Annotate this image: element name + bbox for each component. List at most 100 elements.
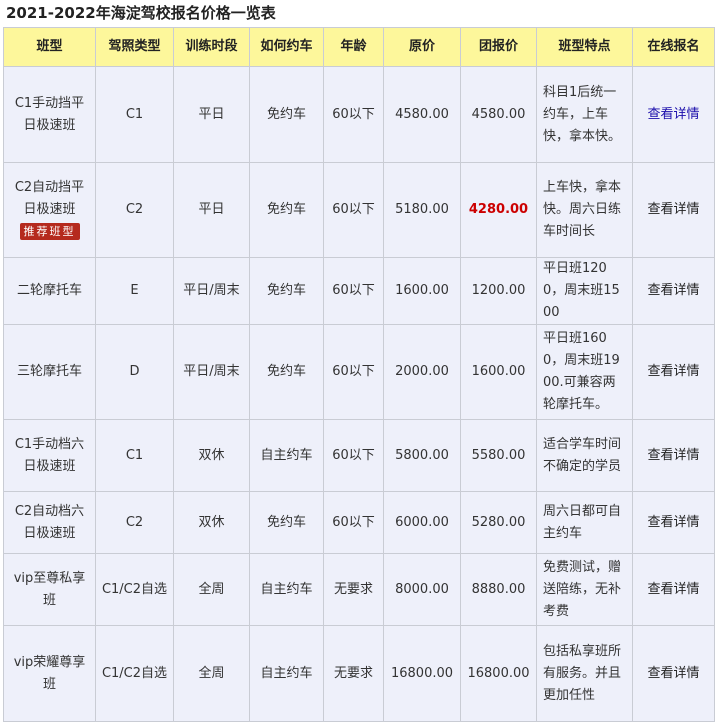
- header-online-signup: 在线报名: [632, 27, 715, 67]
- group-price-cell: 4280.00: [460, 162, 537, 258]
- booking-cell: 免约车: [249, 324, 324, 420]
- age-cell: 60以下: [323, 324, 384, 420]
- header-age: 年龄: [323, 27, 384, 67]
- detail-link-cell: 查看详情: [632, 257, 715, 325]
- license-cell: E: [95, 257, 174, 325]
- period-cell: 双休: [173, 491, 250, 554]
- detail-link-cell: 查看详情: [632, 162, 715, 258]
- period-cell: 平日: [173, 162, 250, 258]
- license-cell: D: [95, 324, 174, 420]
- class-name-cell: vip荣耀尊享班: [3, 625, 96, 722]
- table-row: C2自动挡平日极速班 推荐班型 C2 平日 免约车 60以下 5180.00 4…: [3, 162, 715, 258]
- view-details-link[interactable]: 查看详情: [647, 448, 699, 463]
- class-name-cell: C1手动档六日极速班: [3, 419, 96, 492]
- table-row: 二轮摩托车 E 平日/周末 免约车 60以下 1600.00 1200.00 平…: [3, 257, 715, 325]
- license-cell: C2: [95, 162, 174, 258]
- license-cell: C2: [95, 491, 174, 554]
- view-details-link[interactable]: 查看详情: [647, 515, 699, 530]
- feature-cell: 适合学车时间不确定的学员: [536, 419, 633, 492]
- original-price-cell: 4580.00: [383, 66, 461, 163]
- group-price-cell: 16800.00: [460, 625, 537, 722]
- header-training-period: 训练时段: [173, 27, 250, 67]
- class-name: C2自动挡平日极速班: [14, 180, 85, 217]
- feature-cell: 平日班1600，周末班1900.可兼容两轮摩托车。: [536, 324, 633, 420]
- booking-cell: 免约车: [249, 257, 324, 325]
- detail-link-cell: 查看详情: [632, 553, 715, 626]
- period-cell: 平日/周末: [173, 257, 250, 325]
- booking-cell: 自主约车: [249, 419, 324, 492]
- license-cell: C1/C2自选: [95, 625, 174, 722]
- license-cell: C1: [95, 419, 174, 492]
- table-row: C1手动挡平日极速班 C1 平日 免约车 60以下 4580.00 4580.0…: [3, 66, 715, 163]
- header-features: 班型特点: [536, 27, 633, 67]
- booking-cell: 免约车: [249, 491, 324, 554]
- class-name-cell: 三轮摩托车: [3, 324, 96, 420]
- period-cell: 平日: [173, 66, 250, 163]
- license-cell: C1: [95, 66, 174, 163]
- original-price-cell: 6000.00: [383, 491, 461, 554]
- booking-cell: 免约车: [249, 162, 324, 258]
- age-cell: 无要求: [323, 625, 384, 722]
- table-row: C1手动档六日极速班 C1 双休 自主约车 60以下 5800.00 5580.…: [3, 419, 715, 492]
- original-price-cell: 2000.00: [383, 324, 461, 420]
- age-cell: 60以下: [323, 257, 384, 325]
- view-details-link[interactable]: 查看详情: [647, 202, 699, 217]
- table-row: vip荣耀尊享班 C1/C2自选 全周 自主约车 无要求 16800.00 16…: [3, 625, 715, 722]
- original-price-cell: 5180.00: [383, 162, 461, 258]
- detail-link-cell: 查看详情: [632, 66, 715, 163]
- table-row: C2自动档六日极速班 C2 双休 免约车 60以下 6000.00 5280.0…: [3, 491, 715, 554]
- view-details-link[interactable]: 查看详情: [647, 666, 699, 681]
- age-cell: 60以下: [323, 66, 384, 163]
- feature-cell: 免费测试，赠送陪练，无补考费: [536, 553, 633, 626]
- group-price-cell: 5280.00: [460, 491, 537, 554]
- class-name-cell: vip至尊私享班: [3, 553, 96, 626]
- table-header-row: 班型 驾照类型 训练时段 如何约车 年龄 原价 团报价 班型特点 在线报名: [3, 27, 715, 67]
- age-cell: 无要求: [323, 553, 384, 626]
- price-table: 班型 驾照类型 训练时段 如何约车 年龄 原价 团报价 班型特点 在线报名 C1…: [3, 27, 715, 722]
- recommend-badge: 推荐班型: [19, 223, 80, 240]
- view-details-link[interactable]: 查看详情: [647, 283, 699, 298]
- view-details-link[interactable]: 查看详情: [647, 582, 699, 597]
- header-original-price: 原价: [383, 27, 461, 67]
- class-name-cell: C1手动挡平日极速班: [3, 66, 96, 163]
- group-price-cell: 4580.00: [460, 66, 537, 163]
- age-cell: 60以下: [323, 419, 384, 492]
- feature-cell: 平日班1200，周末班1500: [536, 257, 633, 325]
- group-price-cell: 8880.00: [460, 553, 537, 626]
- group-price-cell: 5580.00: [460, 419, 537, 492]
- header-license-type: 驾照类型: [95, 27, 174, 67]
- license-cell: C1/C2自选: [95, 553, 174, 626]
- group-price-cell: 1600.00: [460, 324, 537, 420]
- period-cell: 平日/周末: [173, 324, 250, 420]
- detail-link-cell: 查看详情: [632, 324, 715, 420]
- original-price-cell: 1600.00: [383, 257, 461, 325]
- booking-cell: 自主约车: [249, 553, 324, 626]
- period-cell: 全周: [173, 553, 250, 626]
- table-row: 三轮摩托车 D 平日/周末 免约车 60以下 2000.00 1600.00 平…: [3, 324, 715, 420]
- age-cell: 60以下: [323, 162, 384, 258]
- class-name-cell: C2自动挡平日极速班 推荐班型: [3, 162, 96, 258]
- original-price-cell: 16800.00: [383, 625, 461, 722]
- view-details-link[interactable]: 查看详情: [647, 107, 699, 122]
- period-cell: 双休: [173, 419, 250, 492]
- page-title: 2021-2022年海淀驾校报名价格一览表: [6, 4, 276, 22]
- feature-cell: 包括私享班所有服务。并且更加任性: [536, 625, 633, 722]
- hot-group-price: 4280.00: [468, 202, 529, 217]
- header-booking: 如何约车: [249, 27, 324, 67]
- detail-link-cell: 查看详情: [632, 491, 715, 554]
- detail-link-cell: 查看详情: [632, 419, 715, 492]
- class-name-cell: 二轮摩托车: [3, 257, 96, 325]
- period-cell: 全周: [173, 625, 250, 722]
- feature-cell: 周六日都可自主约车: [536, 491, 633, 554]
- view-details-link[interactable]: 查看详情: [647, 364, 699, 379]
- table-row: vip至尊私享班 C1/C2自选 全周 自主约车 无要求 8000.00 888…: [3, 553, 715, 626]
- feature-cell: 上车快，拿本快。周六日练车时间长: [536, 162, 633, 258]
- header-class-type: 班型: [3, 27, 96, 67]
- original-price-cell: 5800.00: [383, 419, 461, 492]
- header-group-price: 团报价: [460, 27, 537, 67]
- original-price-cell: 8000.00: [383, 553, 461, 626]
- booking-cell: 自主约车: [249, 625, 324, 722]
- detail-link-cell: 查看详情: [632, 625, 715, 722]
- feature-cell: 科目1后统一约车，上车快，拿本快。: [536, 66, 633, 163]
- age-cell: 60以下: [323, 491, 384, 554]
